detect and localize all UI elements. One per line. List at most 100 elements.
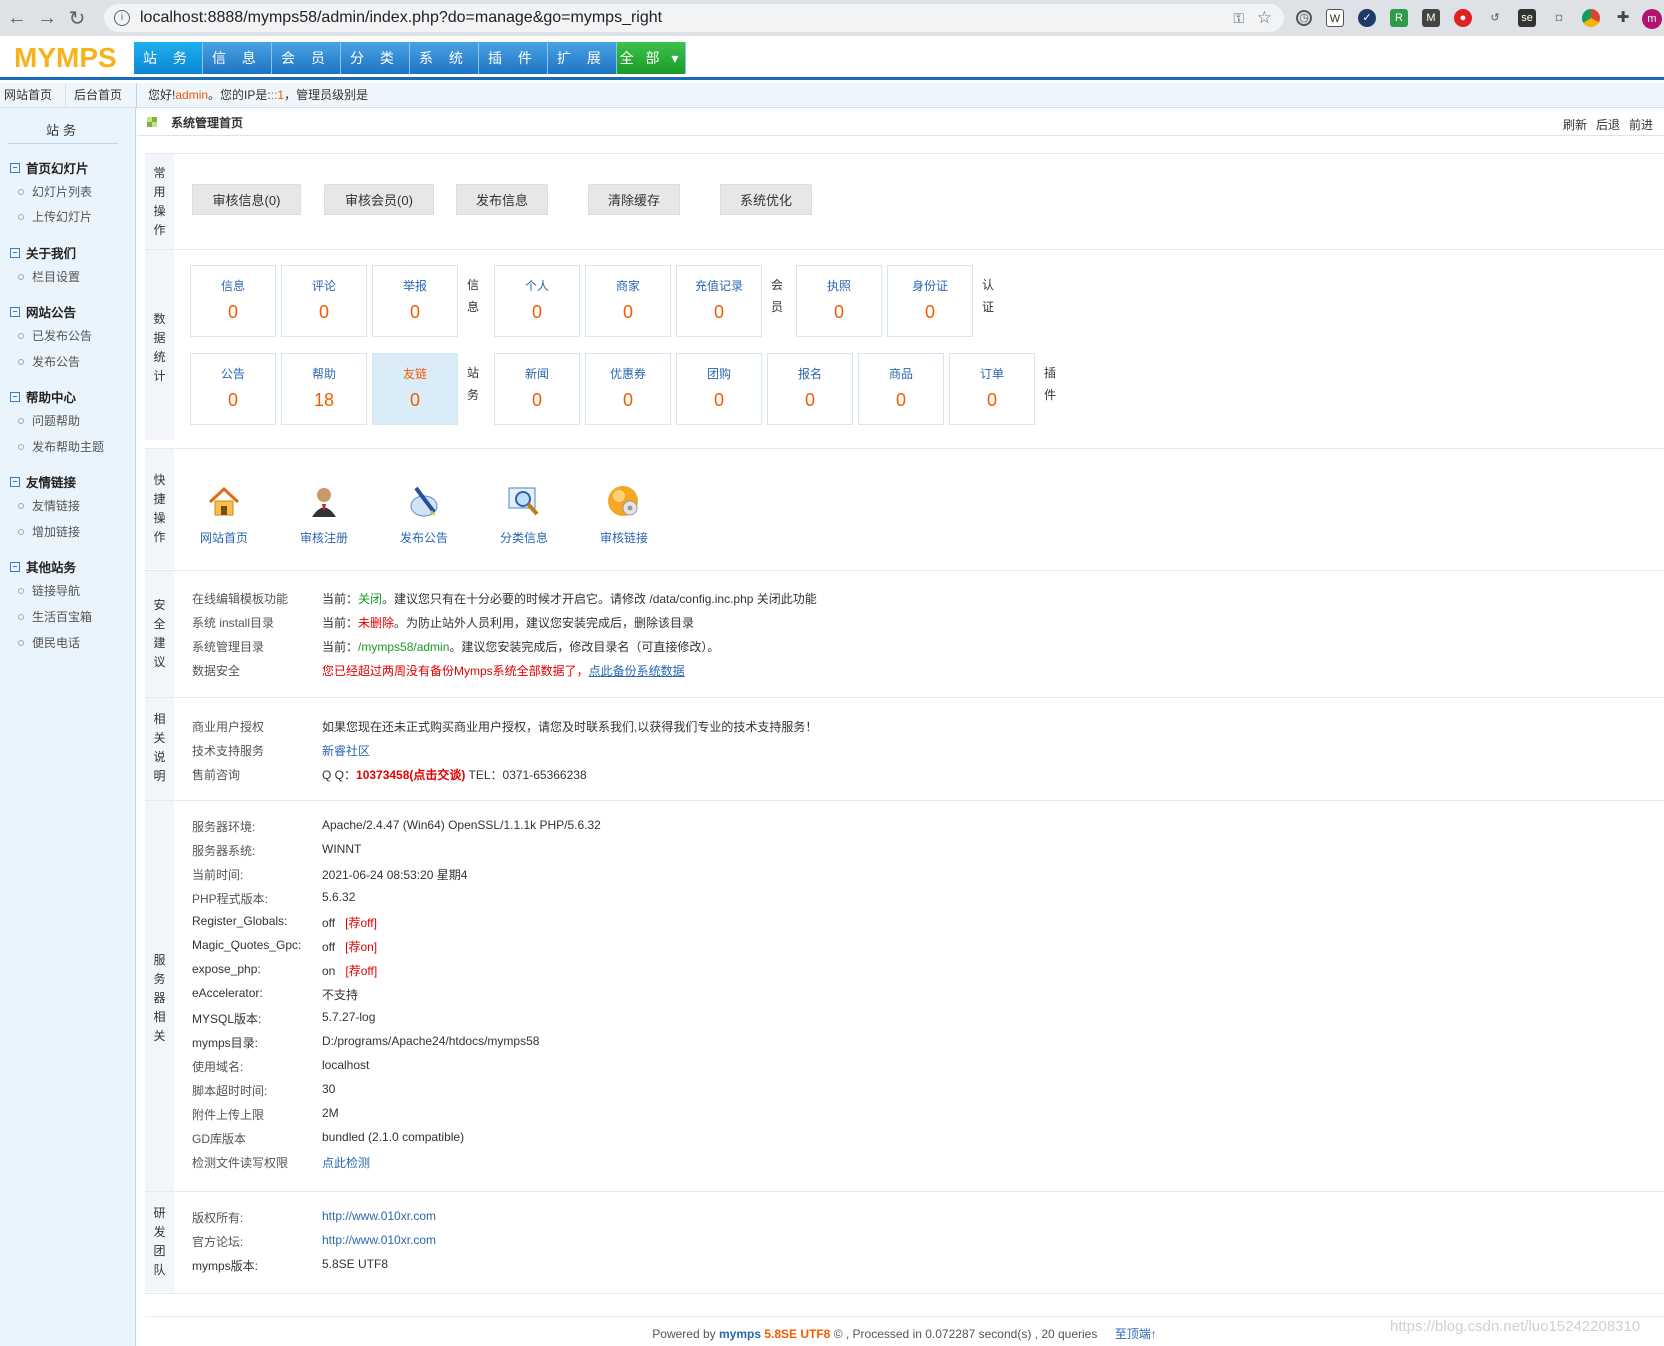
stat-cell[interactable]: 举报 0 [372, 265, 458, 337]
sidebar-item[interactable]: 增加链接 [18, 523, 80, 540]
sidebar-group-other[interactable]: 其他站务 [10, 557, 76, 576]
stat-cell[interactable]: 商品 0 [858, 353, 944, 425]
back-icon[interactable]: ← [2, 7, 32, 30]
stat-cell[interactable]: 充值记录 0 [676, 265, 762, 337]
server-value: 5.7.27-log [322, 1010, 375, 1024]
site-home-link[interactable]: 网站首页 [4, 83, 52, 108]
stat-cell[interactable]: 个人 0 [494, 265, 580, 337]
clear-cache-button[interactable]: 清除缓存 [588, 184, 680, 215]
footer-stats: © , Processed in 0.072287 second(s) , 20… [830, 1327, 1098, 1341]
nav-tab-huiyuan[interactable]: 会 员 [272, 42, 341, 74]
sidebar-item[interactable]: 幻灯片列表 [18, 183, 92, 200]
stat-cell[interactable]: 帮助 18 [281, 353, 367, 425]
stat-cell[interactable]: 团购 0 [676, 353, 762, 425]
sidebar-group-links[interactable]: 友情链接 [10, 472, 76, 491]
bracket-ext-icon[interactable]: W [1326, 9, 1344, 27]
forum-link[interactable]: http://www.010xr.com [322, 1233, 436, 1247]
profile-avatar[interactable]: m [1642, 9, 1662, 29]
key-icon[interactable]: ⚿ [1233, 10, 1244, 27]
nav-tab-chajian[interactable]: 插 件 [479, 42, 548, 74]
sidebar-item[interactable]: 友情链接 [18, 497, 80, 514]
quick-publish-notice[interactable]: 发布公告 [389, 484, 459, 546]
copyright-link[interactable]: http://www.010xr.com [322, 1209, 436, 1223]
stat-group-tag: 站务 [466, 366, 479, 402]
collapse-icon[interactable] [10, 476, 20, 487]
sidebar-group-about[interactable]: 关于我们 [10, 243, 76, 262]
refresh-ext-icon[interactable]: ↺ [1486, 9, 1504, 27]
red-ext-icon[interactable]: ● [1454, 9, 1472, 27]
refresh-link[interactable]: 刷新 [1563, 116, 1587, 133]
forward-link[interactable]: 前进 [1629, 116, 1653, 133]
sidebar-item[interactable]: 发布帮助主题 [18, 438, 104, 455]
nav-tab-xinxi[interactable]: 信 息 [203, 42, 272, 74]
sidebar-item[interactable]: 上传幻灯片 [18, 208, 92, 225]
audit-member-button[interactable]: 审核会员(0) [324, 184, 434, 215]
support-link[interactable]: 新睿社区 [322, 742, 370, 759]
sidebar-item[interactable]: 问题帮助 [18, 412, 80, 429]
sidebar-item[interactable]: 生活百宝箱 [18, 608, 92, 625]
collapse-icon[interactable] [10, 247, 20, 258]
stat-cell[interactable]: 新闻 0 [494, 353, 580, 425]
stat-cell[interactable]: 优惠券 0 [585, 353, 671, 425]
bullet-icon [18, 613, 24, 620]
sidebar-item[interactable]: 发布公告 [18, 353, 80, 370]
url-text[interactable]: localhost:8888/mymps58/admin/index.php?d… [140, 9, 662, 27]
quick-label: 网站首页 [199, 531, 248, 545]
sidebar-item[interactable]: 便民电话 [18, 634, 80, 651]
collapse-icon[interactable] [10, 561, 20, 572]
quick-site-home[interactable]: 网站首页 [189, 484, 259, 546]
sidebar-item[interactable]: 链接导航 [18, 582, 80, 599]
qq-chat-link[interactable]: 10373458(点击交谈) [356, 768, 465, 782]
stat-cell[interactable]: 订单 0 [949, 353, 1035, 425]
stat-cell[interactable]: 评论 0 [281, 265, 367, 337]
sidebar-group-slides[interactable]: 首页幻灯片 [10, 158, 89, 177]
bookmark-star-icon[interactable]: ☆ [1257, 8, 1272, 28]
green-ext-icon[interactable]: R [1390, 9, 1408, 27]
about-value: 如果您现在还未正式购买商业用户授权，请您及时联系我们,以获得我们专业的技术支持服… [322, 720, 818, 734]
stat-cell[interactable]: 信息 0 [190, 265, 276, 337]
collapse-icon[interactable] [10, 162, 20, 173]
back-link[interactable]: 后退 [1596, 116, 1620, 133]
sidebar-group-notice[interactable]: 网站公告 [10, 302, 76, 321]
nav-tab-all[interactable]: 全 部 ▾ [617, 42, 686, 74]
sidebar-group-help[interactable]: 帮助中心 [10, 387, 76, 406]
quick-audit-register[interactable]: 审核注册 [289, 484, 359, 546]
stat-cell[interactable]: 公告 0 [190, 353, 276, 425]
stat-cell[interactable]: 身份证 0 [887, 265, 973, 337]
history-ext-icon[interactable]: ◷ [1296, 10, 1312, 26]
server-key: 当前时间: [192, 868, 244, 882]
se-ext-icon[interactable]: se [1518, 9, 1536, 27]
sidebar-item[interactable]: 已发布公告 [18, 327, 92, 344]
nav-tab-kuozhan[interactable]: 扩 展 [548, 42, 617, 74]
collapse-icon[interactable] [10, 391, 20, 402]
optimize-button[interactable]: 系统优化 [720, 184, 812, 215]
audit-info-button[interactable]: 审核信息(0) [192, 184, 301, 215]
back-to-top-link[interactable]: 至顶端↑ [1115, 1327, 1157, 1341]
forward-icon[interactable]: → [32, 7, 62, 30]
puzzle-ext-icon[interactable]: ✚ [1614, 9, 1632, 27]
reload-icon[interactable]: ↻ [62, 6, 92, 31]
address-bar[interactable]: i localhost:8888/mymps58/admin/index.php… [104, 4, 1284, 32]
nav-tab-xitong[interactable]: 系 统 [410, 42, 479, 74]
sidebar-item[interactable]: 栏目设置 [18, 268, 80, 285]
collapse-icon[interactable] [10, 306, 20, 317]
stat-cell-highlighted[interactable]: 友链 0 [372, 353, 458, 425]
m-ext-icon[interactable]: M [1422, 9, 1440, 27]
check-ext-icon[interactable]: ✓ [1358, 9, 1376, 27]
nav-tab-fenlei[interactable]: 分 类 [341, 42, 410, 74]
chrome-ext-icon[interactable] [1582, 9, 1600, 27]
backup-link[interactable]: 点此备份系统数据 [589, 664, 685, 678]
quick-classified[interactable]: 分类信息 [489, 484, 559, 546]
admin-home-link[interactable]: 后台首页 [74, 83, 122, 108]
stat-cell[interactable]: 执照 0 [796, 265, 882, 337]
quick-audit-links[interactable]: 审核链接 [589, 484, 659, 546]
stat-cell[interactable]: 商家 0 [585, 265, 671, 337]
publish-info-button[interactable]: 发布信息 [456, 184, 548, 215]
check-permission-link[interactable]: 点此检测 [322, 1154, 370, 1171]
stat-label: 信息 [220, 279, 245, 293]
site-info-icon[interactable]: i [114, 10, 130, 26]
stat-cell[interactable]: 报名 0 [767, 353, 853, 425]
footer-brand-link[interactable]: mymps [719, 1327, 761, 1341]
camera-ext-icon[interactable]: ◘ [1550, 9, 1568, 27]
nav-tab-zhanwu[interactable]: 站 务 [134, 42, 203, 74]
